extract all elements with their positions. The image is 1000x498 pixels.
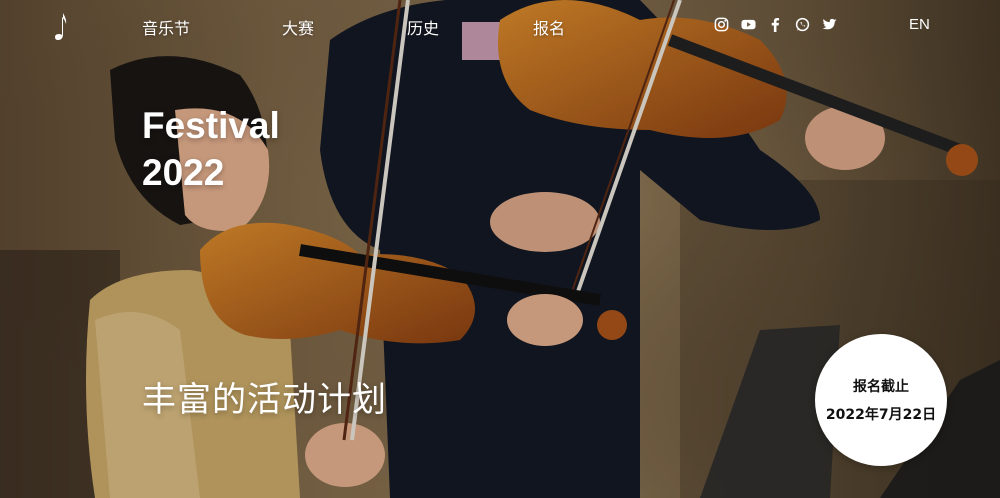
hero-title-line2: 2022 [142,152,225,193]
badge-date: 2022年7月22日 [825,407,937,423]
hero-title: Festival 2022 [142,102,280,196]
hero-section: 音乐节 大赛 历史 报名 EN Festival 2022 丰富的活动计划 报名… [0,0,1000,498]
hero-tagline: 丰富的活动计划 [142,380,387,420]
youtube-icon[interactable] [741,17,756,32]
facebook-icon[interactable] [768,17,783,32]
nav-link-festival[interactable]: 音乐节 [142,15,190,39]
nav-link-history[interactable]: 历史 [407,15,439,39]
music-note-logo[interactable] [54,12,68,42]
nav-link-competition[interactable]: 大赛 [282,15,314,39]
language-switch[interactable]: EN [909,16,930,33]
top-nav: 音乐节 大赛 历史 报名 EN [0,0,1000,52]
hero-title-line1: Festival [142,105,280,146]
whatsapp-icon[interactable] [795,17,810,32]
badge-heading: 报名截止 [853,379,909,395]
instagram-icon[interactable] [714,17,729,32]
registration-deadline-badge[interactable]: 报名截止 2022年7月22日 [815,334,947,466]
twitter-icon[interactable] [822,17,837,32]
nav-link-register[interactable]: 报名 [533,15,565,39]
